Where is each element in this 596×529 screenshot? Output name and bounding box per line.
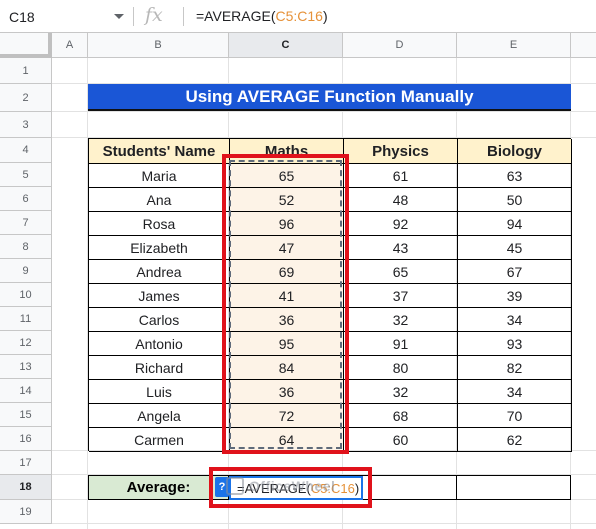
table-cell-biology[interactable]: 45	[458, 236, 572, 260]
row-header[interactable]: 11	[0, 307, 52, 331]
maths-column-highlight	[222, 154, 349, 454]
table-cell-physics[interactable]: 68	[344, 404, 458, 428]
row-header[interactable]: 8	[0, 235, 52, 259]
table-cell-biology[interactable]: 34	[458, 380, 572, 404]
table-cell-biology[interactable]: 62	[458, 428, 572, 452]
table-cell-name[interactable]: Antonio	[89, 332, 230, 356]
table-cell-biology[interactable]: 63	[458, 164, 572, 188]
row-header[interactable]: 9	[0, 259, 52, 283]
column-title-physics[interactable]: Physics	[344, 139, 458, 164]
table-cell-physics[interactable]: 37	[344, 284, 458, 308]
sheet-title[interactable]: Using AVERAGE Function Manually	[88, 84, 571, 111]
row-header[interactable]: 10	[0, 283, 52, 307]
table-cell-physics[interactable]: 60	[344, 428, 458, 452]
table-cell-biology[interactable]: 67	[458, 260, 572, 284]
row-header[interactable]: 19	[0, 500, 52, 524]
table-cell-biology[interactable]: 93	[458, 332, 572, 356]
column-header-a[interactable]: A	[52, 33, 88, 58]
row-header[interactable]: 5	[0, 163, 52, 187]
column-title-name[interactable]: Students' Name	[89, 139, 230, 164]
divider	[183, 7, 184, 26]
table-cell-biology[interactable]: 34	[458, 308, 572, 332]
column-header-f[interactable]	[571, 33, 596, 58]
row-header[interactable]: 6	[0, 187, 52, 211]
table-cell-name[interactable]: James	[89, 284, 230, 308]
table-cell-biology[interactable]: 70	[458, 404, 572, 428]
table-cell-physics[interactable]: 32	[344, 380, 458, 404]
row-header[interactable]: 17	[0, 451, 52, 475]
table-cell-physics[interactable]: 61	[344, 164, 458, 188]
table-cell-name[interactable]: Andrea	[89, 260, 230, 284]
average-cell-e[interactable]	[457, 475, 571, 500]
table-cell-physics[interactable]: 80	[344, 356, 458, 380]
column-header-b[interactable]: B	[88, 33, 229, 58]
chevron-down-icon[interactable]	[114, 14, 124, 19]
table-cell-biology[interactable]: 82	[458, 356, 572, 380]
column-title-biology[interactable]: Biology	[458, 139, 572, 164]
average-cell-highlight	[209, 467, 372, 508]
formula-prefix: =AVERAGE(	[196, 8, 276, 24]
row-header[interactable]: 14	[0, 379, 52, 403]
table-cell-physics[interactable]: 92	[344, 212, 458, 236]
table-cell-physics[interactable]: 43	[344, 236, 458, 260]
row-header[interactable]: 2	[0, 84, 52, 112]
column-header-e[interactable]: E	[457, 33, 571, 58]
table-cell-physics[interactable]: 32	[344, 308, 458, 332]
divider	[133, 7, 134, 26]
name-box-value: C18	[9, 8, 35, 25]
formula-suffix: )	[322, 8, 328, 24]
table-cell-physics[interactable]: 48	[344, 188, 458, 212]
table-cell-biology[interactable]: 94	[458, 212, 572, 236]
row-header[interactable]: 4	[0, 138, 52, 163]
table-cell-name[interactable]: Ana	[89, 188, 230, 212]
table-cell-name[interactable]: Carlos	[89, 308, 230, 332]
column-header-c[interactable]: C	[229, 33, 343, 58]
table-cell-physics[interactable]: 91	[344, 332, 458, 356]
formula-bar: C18 fx =AVERAGE(C5:C16)	[0, 0, 596, 33]
row-header[interactable]: 7	[0, 211, 52, 235]
gridline	[52, 111, 596, 112]
row-header[interactable]: 1	[0, 58, 52, 84]
formula-input[interactable]: =AVERAGE(C5:C16)	[196, 8, 328, 24]
table-cell-name[interactable]: Angela	[89, 404, 230, 428]
gridline	[52, 523, 596, 524]
table-cell-physics[interactable]: 65	[344, 260, 458, 284]
row-header[interactable]: 18	[0, 475, 52, 500]
row-header[interactable]: 16	[0, 427, 52, 451]
table-cell-name[interactable]: Luis	[89, 380, 230, 404]
table-cell-name[interactable]: Richard	[89, 356, 230, 380]
table-cell-name[interactable]: Elizabeth	[89, 236, 230, 260]
table-cell-biology[interactable]: 50	[458, 188, 572, 212]
table-cell-name[interactable]: Carmen	[89, 428, 230, 452]
table-cell-name[interactable]: Rosa	[89, 212, 230, 236]
average-label[interactable]: Average:	[88, 475, 229, 500]
select-all-corner[interactable]	[0, 33, 52, 58]
column-header-d[interactable]: D	[343, 33, 457, 58]
table-cell-biology[interactable]: 39	[458, 284, 572, 308]
table-cell-name[interactable]: Maria	[89, 164, 230, 188]
fx-icon: fx	[145, 4, 163, 26]
name-box[interactable]: C18	[0, 0, 130, 33]
row-header[interactable]: 12	[0, 331, 52, 355]
formula-range-ref: C5:C16	[275, 8, 323, 24]
row-header[interactable]: 3	[0, 112, 52, 138]
row-header[interactable]: 13	[0, 355, 52, 379]
row-header[interactable]: 15	[0, 403, 52, 427]
